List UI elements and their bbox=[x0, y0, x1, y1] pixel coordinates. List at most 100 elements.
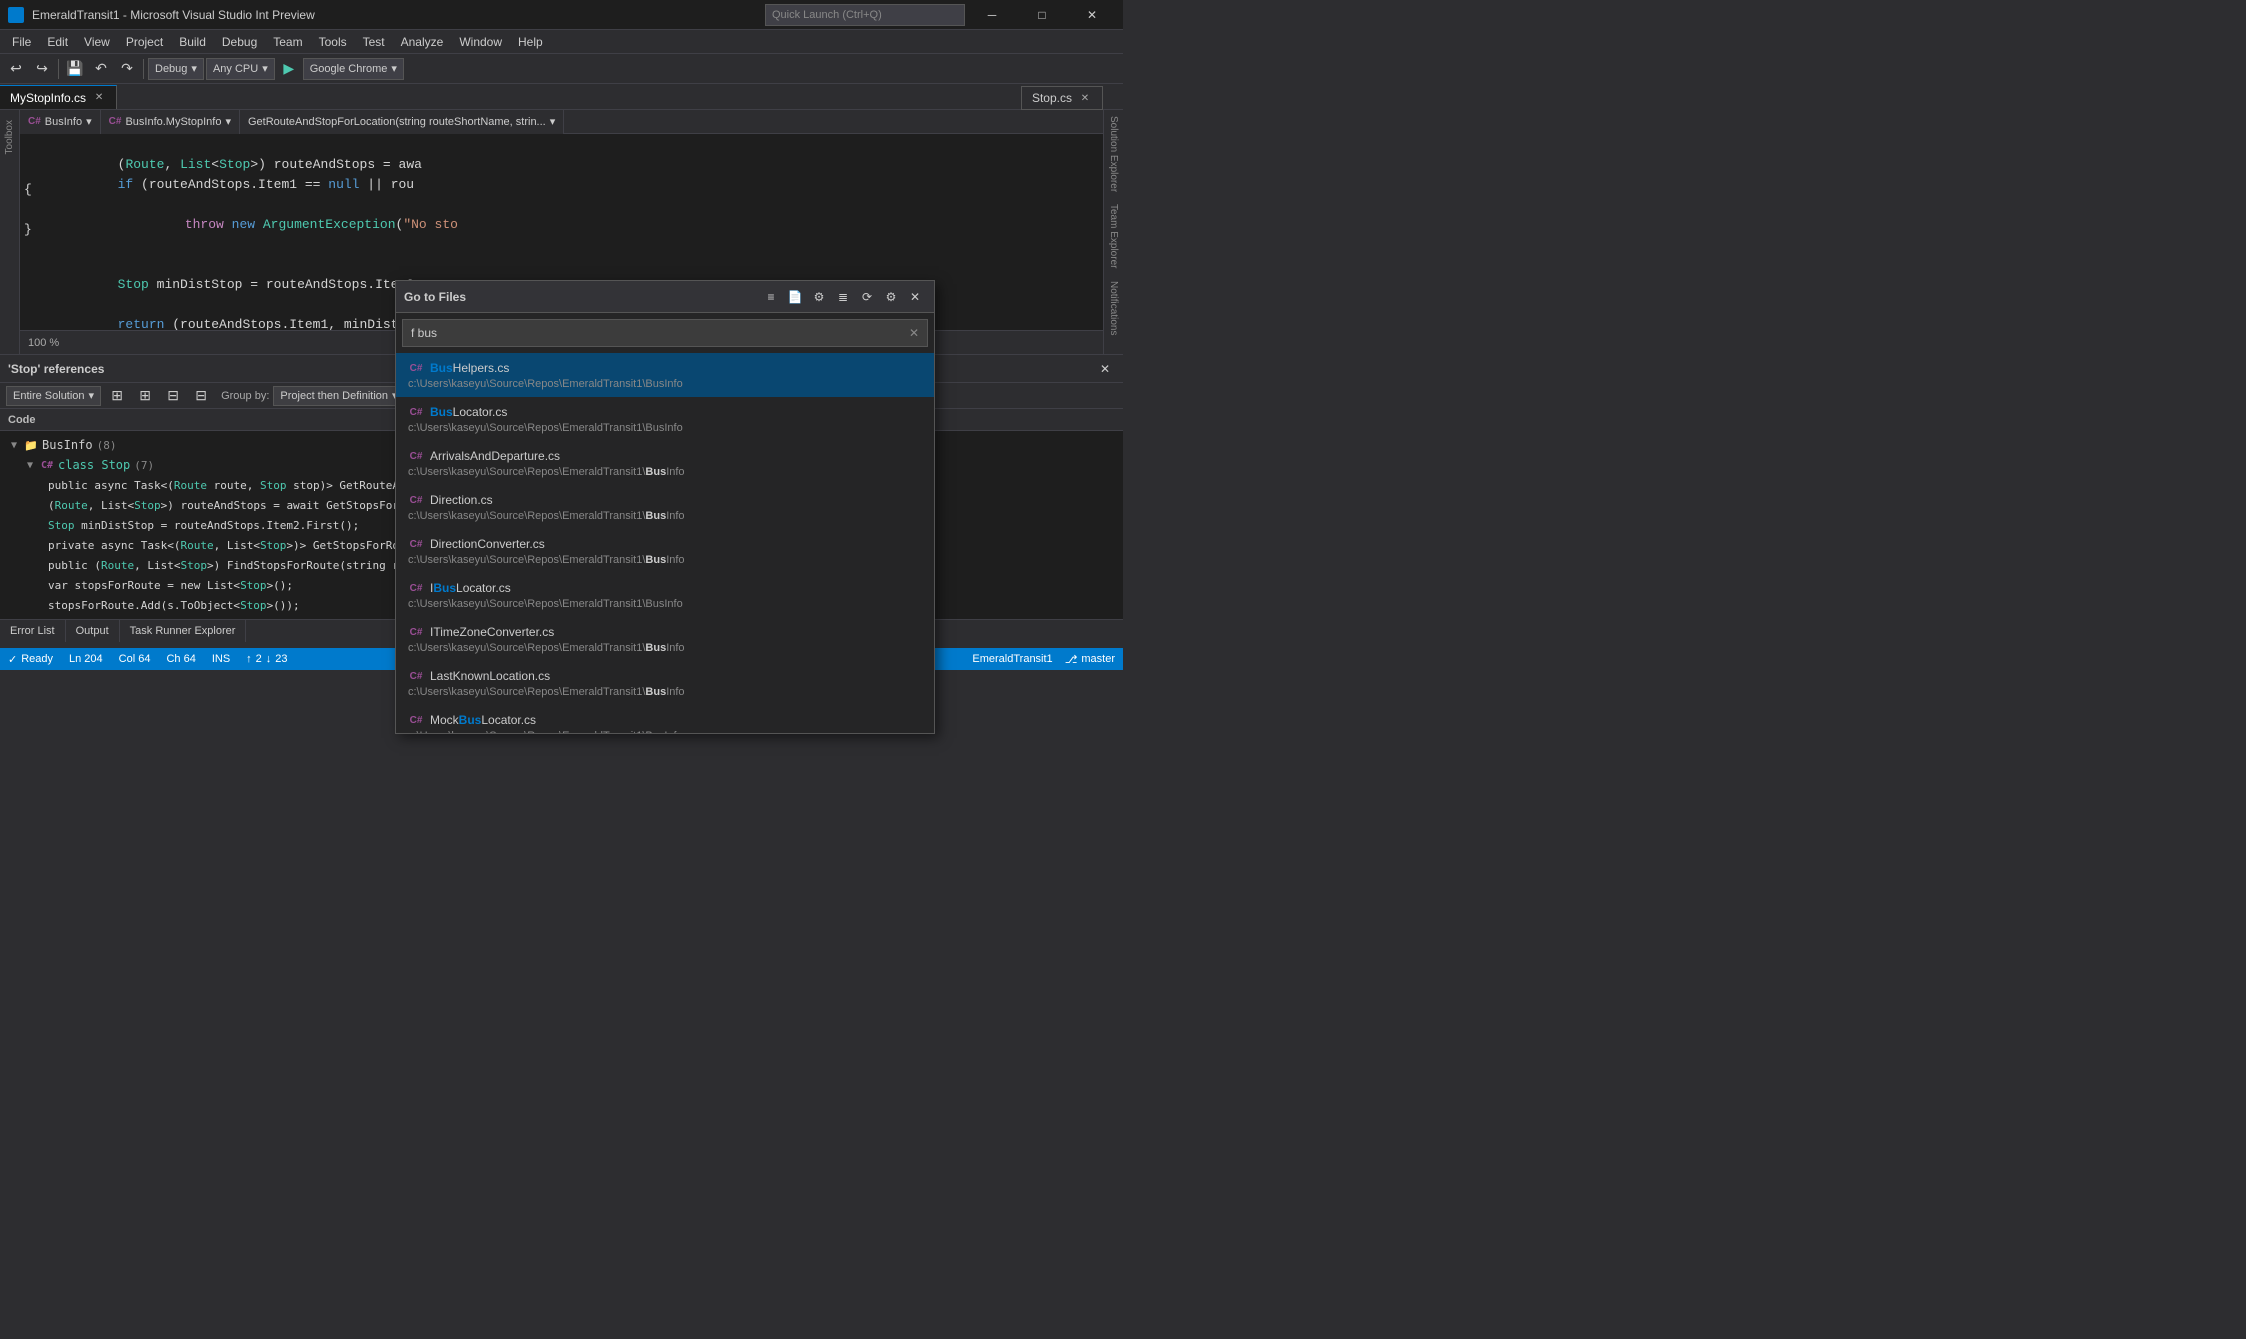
goto-tool-2[interactable]: 📄 bbox=[784, 286, 806, 308]
panel-close-button[interactable]: ✕ bbox=[1095, 359, 1115, 379]
menu-analyze[interactable]: Analyze bbox=[393, 30, 452, 54]
scope-dropdown[interactable]: Entire Solution ▾ bbox=[6, 386, 101, 406]
cs-icon-mockbus: C# bbox=[408, 712, 424, 728]
ln-text: Ln 204 bbox=[69, 653, 103, 665]
status-project: EmeraldTransit1 bbox=[972, 653, 1052, 665]
code-line-throw: throw new ArgumentException("No sto bbox=[20, 202, 1103, 222]
status-branch: ⎇ master bbox=[1065, 653, 1115, 666]
goto-tool-6[interactable]: ⚙ bbox=[880, 286, 902, 308]
cs-icon-ibuslocator: C# bbox=[408, 580, 424, 596]
copy-button[interactable]: ⊞ bbox=[105, 384, 129, 408]
nav-class[interactable]: C# BusInfo.MyStopInfo ▾ bbox=[101, 110, 240, 134]
nav-class-arrow[interactable]: ▾ bbox=[225, 115, 231, 128]
menu-test[interactable]: Test bbox=[355, 30, 393, 54]
menu-project[interactable]: Project bbox=[118, 30, 171, 54]
goto-item-direction[interactable]: C# Direction.cs c:\Users\kaseyu\Source\R… bbox=[396, 485, 934, 529]
goto-close-button[interactable]: ✕ bbox=[904, 286, 926, 308]
goto-item-bushelpers[interactable]: C# BusHelpers.cs c:\Users\kaseyu\Source\… bbox=[396, 353, 934, 397]
start-dropdown[interactable]: Google Chrome ▾ bbox=[303, 58, 404, 80]
project-count: (8) bbox=[97, 439, 117, 452]
panel-title: 'Stop' references bbox=[8, 362, 104, 376]
collapse-button[interactable]: ⊟ bbox=[161, 384, 185, 408]
notifications-label[interactable]: Notifications bbox=[1104, 275, 1123, 341]
solution-explorer-label[interactable]: Solution Explorer bbox=[1104, 110, 1123, 198]
quick-launch[interactable]: Quick Launch (Ctrl+Q) bbox=[765, 4, 965, 26]
menu-view[interactable]: View bbox=[76, 30, 118, 54]
goto-item-direction-name: C# Direction.cs bbox=[408, 492, 922, 508]
team-explorer-label[interactable]: Team Explorer bbox=[1104, 198, 1123, 274]
zoom-level[interactable]: 100 % bbox=[28, 337, 59, 349]
config-dropdown[interactable]: Debug ▾ bbox=[148, 58, 204, 80]
back-button[interactable]: ↩ bbox=[4, 57, 28, 81]
menu-file[interactable]: File bbox=[4, 30, 39, 54]
goto-item-itimezone[interactable]: C# ITimeZoneConverter.cs c:\Users\kaseyu… bbox=[396, 617, 934, 661]
goto-toolbar: ≡ 📄 ⚙ ≣ ⟳ ⚙ ✕ bbox=[760, 286, 926, 308]
goto-search-input[interactable] bbox=[411, 326, 909, 340]
goto-item-mockbus[interactable]: C# MockBusLocator.cs c:\Users\kaseyu\Sou… bbox=[396, 705, 934, 733]
platform-dropdown[interactable]: Any CPU ▾ bbox=[206, 58, 275, 80]
cs-icon-lastknown: C# bbox=[408, 668, 424, 684]
class-expander[interactable]: ▼ bbox=[24, 459, 36, 471]
tab-task-runner[interactable]: Task Runner Explorer bbox=[120, 620, 247, 642]
tab-stop-close[interactable]: ✕ bbox=[1078, 91, 1092, 105]
code-line-2: if (routeAndStops.Item1 == null || rou bbox=[20, 162, 1103, 182]
undo-button[interactable]: ↶ bbox=[89, 57, 113, 81]
goto-clear-button[interactable]: ✕ bbox=[909, 326, 919, 340]
goto-item-arrivals-path: c:\Users\kaseyu\Source\Repos\EmeraldTran… bbox=[408, 466, 922, 478]
tab-mystopinfo-close[interactable]: ✕ bbox=[92, 91, 106, 105]
tab-bar: MyStopInfo.cs ✕ Stop.cs ✕ bbox=[0, 84, 1123, 110]
goto-tool-3[interactable]: ⚙ bbox=[808, 286, 830, 308]
branch-icon: ⎇ bbox=[1065, 653, 1078, 666]
forward-button[interactable]: ↪ bbox=[30, 57, 54, 81]
save-all-button[interactable]: 💾 bbox=[63, 57, 87, 81]
up-count: 2 bbox=[256, 653, 262, 665]
nav-namespace[interactable]: C# BusInfo ▾ bbox=[20, 110, 101, 134]
nav-method-arrow[interactable]: ▾ bbox=[550, 115, 556, 128]
redo-button[interactable]: ↷ bbox=[115, 57, 139, 81]
menu-window[interactable]: Window bbox=[451, 30, 510, 54]
ref-code-2: Stop minDistStop = routeAndStops.Item2.F… bbox=[48, 519, 359, 532]
project-expander[interactable]: ▼ bbox=[8, 439, 20, 451]
col-header-code: Code bbox=[8, 414, 36, 426]
goto-item-dirconverter[interactable]: C# DirectionConverter.cs c:\Users\kaseyu… bbox=[396, 529, 934, 573]
menu-edit[interactable]: Edit bbox=[39, 30, 76, 54]
toolbox-label[interactable]: Toolbox bbox=[4, 114, 15, 160]
goto-item-ibuslocator[interactable]: C# IBusLocator.cs c:\Users\kaseyu\Source… bbox=[396, 573, 934, 617]
goto-item-lastknown[interactable]: C# LastKnownLocation.cs c:\Users\kaseyu\… bbox=[396, 661, 934, 705]
menu-build[interactable]: Build bbox=[171, 30, 214, 54]
start-label: Google Chrome bbox=[310, 63, 388, 75]
tab-mystopinfo[interactable]: MyStopInfo.cs ✕ bbox=[0, 85, 117, 109]
tab-error-list[interactable]: Error List bbox=[0, 620, 66, 642]
config-label: Debug bbox=[155, 63, 187, 75]
maximize-button[interactable]: □ bbox=[1019, 0, 1065, 30]
goto-item-buslocator[interactable]: C# BusLocator.cs c:\Users\kaseyu\Source\… bbox=[396, 397, 934, 441]
menu-team[interactable]: Team bbox=[265, 30, 310, 54]
menu-debug[interactable]: Debug bbox=[214, 30, 265, 54]
goto-item-itimezone-name: C# ITimeZoneConverter.cs bbox=[408, 624, 922, 640]
scope-label: Entire Solution bbox=[13, 390, 85, 402]
nav-method[interactable]: GetRouteAndStopForLocation(string routeS… bbox=[240, 110, 564, 134]
goto-item-bushelpers-name: C# BusHelpers.cs bbox=[408, 360, 922, 376]
goto-search-box[interactable]: ✕ bbox=[402, 319, 928, 347]
minimize-button[interactable]: ─ bbox=[969, 0, 1015, 30]
menu-tools[interactable]: Tools bbox=[311, 30, 355, 54]
goto-item-arrivals-name: C# ArrivalsAndDeparture.cs bbox=[408, 448, 922, 464]
goto-tool-1[interactable]: ≡ bbox=[760, 286, 782, 308]
config-arrow: ▾ bbox=[191, 62, 197, 75]
nav-namespace-arrow[interactable]: ▾ bbox=[86, 115, 92, 128]
goto-tool-4[interactable]: ≣ bbox=[832, 286, 854, 308]
goto-tool-5[interactable]: ⟳ bbox=[856, 286, 878, 308]
goto-item-ibuslocator-name: C# IBusLocator.cs bbox=[408, 580, 922, 596]
tab-output[interactable]: Output bbox=[66, 620, 120, 642]
goto-item-ibuslocator-path: c:\Users\kaseyu\Source\Repos\EmeraldTran… bbox=[408, 598, 922, 610]
class-count: (7) bbox=[134, 459, 154, 472]
menu-help[interactable]: Help bbox=[510, 30, 551, 54]
close-button[interactable]: ✕ bbox=[1069, 0, 1115, 30]
tab-stop[interactable]: Stop.cs ✕ bbox=[1021, 86, 1103, 110]
cs-icon-itimezone: C# bbox=[408, 624, 424, 640]
goto-item-arrivals[interactable]: C# ArrivalsAndDeparture.cs c:\Users\kase… bbox=[396, 441, 934, 485]
expand-button[interactable]: ⊞ bbox=[133, 384, 157, 408]
filter-button[interactable]: ⊟ bbox=[189, 384, 213, 408]
class-name: class Stop bbox=[58, 458, 130, 472]
group-by-dropdown[interactable]: Project then Definition ▾ bbox=[273, 386, 404, 406]
